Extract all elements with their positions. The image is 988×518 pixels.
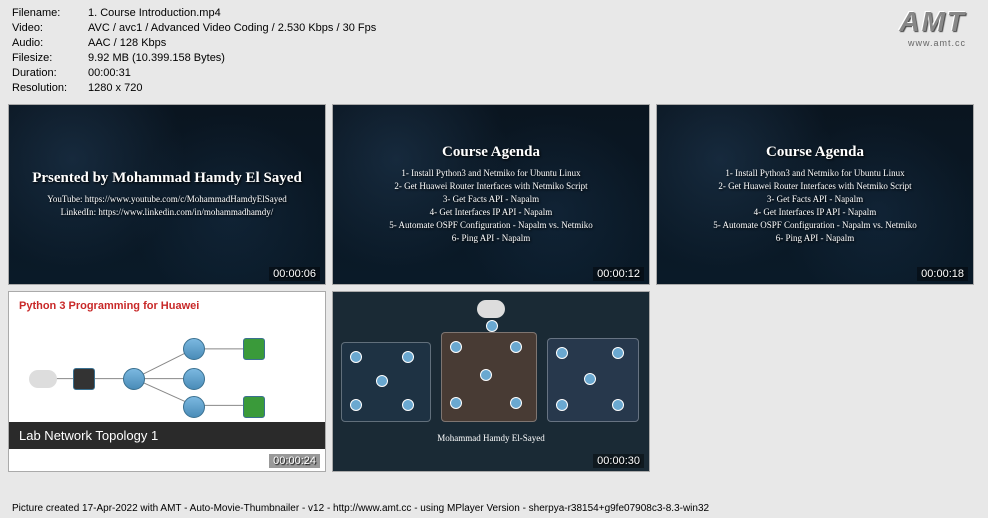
agenda-item: 5- Automate OSPF Configuration - Napalm …: [713, 219, 916, 232]
thumbnail-grid: Prsented by Mohammad Hamdy El Sayed YouT…: [0, 98, 988, 478]
topology-header: Python 3 Programming for Huawei: [19, 300, 199, 312]
node-icon: [350, 351, 362, 363]
router-icon: [123, 368, 145, 390]
duration-label: Duration:: [12, 66, 88, 81]
filename-label: Filename:: [12, 6, 88, 21]
agenda-item: 1- Install Python3 and Netmiko for Ubunt…: [389, 167, 592, 180]
presenter-links: YouTube: https://www.youtube.com/c/Moham…: [47, 193, 286, 219]
meta-row-filename: Filename: 1. Course Introduction.mp4: [12, 6, 376, 21]
node-icon: [350, 399, 362, 411]
node-icon: [510, 397, 522, 409]
timestamp-3: 00:00:18: [917, 267, 968, 281]
meta-row-duration: Duration: 00:00:31: [12, 66, 376, 81]
duration-value: 00:00:31: [88, 66, 131, 81]
router-icon: [183, 368, 205, 390]
agenda-item: 6- Ping API - Napalm: [389, 232, 592, 245]
node-icon: [510, 341, 522, 353]
filename-value: 1. Course Introduction.mp4: [88, 6, 221, 21]
meta-row-video: Video: AVC / avc1 / Advanced Video Codin…: [12, 21, 376, 36]
agenda-title-2: Course Agenda: [442, 144, 540, 161]
agenda-item: 4- Get Interfaces IP API - Napalm: [389, 206, 592, 219]
thumbnail-1-content: Prsented by Mohammad Hamdy El Sayed YouT…: [9, 105, 325, 284]
node-icon: [450, 397, 462, 409]
subnet-box: [441, 332, 537, 422]
topology-bar: Lab Network Topology 1: [9, 422, 325, 449]
timestamp-4: 00:00:24: [269, 454, 320, 468]
node-icon: [556, 399, 568, 411]
thumbnail-5: Mohammad Hamdy El-Sayed 00:00:30: [332, 291, 650, 472]
network-lines-icon: [25, 324, 309, 419]
author-caption: Mohammad Hamdy El-Sayed: [333, 433, 649, 443]
thumbnail-3: Course Agenda 1- Install Python3 and Net…: [656, 104, 974, 285]
router-icon: [243, 338, 265, 360]
agenda-title-3: Course Agenda: [766, 144, 864, 161]
agenda-item: 4- Get Interfaces IP API - Napalm: [713, 206, 916, 219]
thumbnail-2: Course Agenda 1- Install Python3 and Net…: [332, 104, 650, 285]
amt-logo: AMT www.amt.cc: [899, 6, 976, 48]
router-icon: [183, 338, 205, 360]
presenter-title: Prsented by Mohammad Hamdy El Sayed: [32, 170, 302, 187]
thumbnail-2-content: Course Agenda 1- Install Python3 and Net…: [333, 105, 649, 284]
router-icon: [183, 396, 205, 418]
cloud-icon: [29, 370, 57, 388]
header: Filename: 1. Course Introduction.mp4 Vid…: [0, 0, 988, 98]
node-icon: [612, 399, 624, 411]
logo-subtext: www.amt.cc: [899, 38, 966, 48]
agenda-lines-2: 1- Install Python3 and Netmiko for Ubunt…: [389, 167, 592, 245]
audio-value: AAC / 128 Kbps: [88, 36, 166, 51]
footer-text: Picture created 17-Apr-2022 with AMT - A…: [12, 503, 709, 514]
node-icon: [450, 341, 462, 353]
resolution-label: Resolution:: [12, 81, 88, 96]
node-icon: [402, 351, 414, 363]
filesize-value: 9.92 MB (10.399.158 Bytes): [88, 51, 225, 66]
metadata-table: Filename: 1. Course Introduction.mp4 Vid…: [12, 6, 376, 96]
agenda-item: 2- Get Huawei Router Interfaces with Net…: [713, 180, 916, 193]
agenda-item: 3- Get Facts API - Napalm: [713, 193, 916, 206]
video-label: Video:: [12, 21, 88, 36]
agenda-lines-3: 1- Install Python3 and Netmiko for Ubunt…: [713, 167, 916, 245]
youtube-link: YouTube: https://www.youtube.com/c/Moham…: [47, 193, 286, 206]
video-value: AVC / avc1 / Advanced Video Coding / 2.5…: [88, 21, 376, 36]
node-icon: [486, 320, 498, 332]
node-icon: [612, 347, 624, 359]
thumbnail-4: Python 3 Programming for Huawei Lab Netw…: [8, 291, 326, 472]
timestamp-5: 00:00:30: [593, 454, 644, 468]
timestamp-2: 00:00:12: [593, 267, 644, 281]
timestamp-1: 00:00:06: [269, 267, 320, 281]
filesize-label: Filesize:: [12, 51, 88, 66]
linkedin-link: LinkedIn: https://www.linkedin.com/in/mo…: [47, 206, 286, 219]
thumbnail-1: Prsented by Mohammad Hamdy El Sayed YouT…: [8, 104, 326, 285]
meta-row-resolution: Resolution: 1280 x 720: [12, 81, 376, 96]
audio-label: Audio:: [12, 36, 88, 51]
agenda-item: 3- Get Facts API - Napalm: [389, 193, 592, 206]
thumbnail-3-content: Course Agenda 1- Install Python3 and Net…: [657, 105, 973, 284]
subnet-box: [547, 338, 639, 422]
resolution-value: 1280 x 720: [88, 81, 142, 96]
node-icon: [376, 375, 388, 387]
node-icon: [556, 347, 568, 359]
router-icon: [243, 396, 265, 418]
agenda-item: 1- Install Python3 and Netmiko for Ubunt…: [713, 167, 916, 180]
node-icon: [480, 369, 492, 381]
node-icon: [584, 373, 596, 385]
meta-row-filesize: Filesize: 9.92 MB (10.399.158 Bytes): [12, 51, 376, 66]
agenda-item: 2- Get Huawei Router Interfaces with Net…: [389, 180, 592, 193]
node-icon: [402, 399, 414, 411]
subnet-box: [341, 342, 431, 422]
agenda-item: 6- Ping API - Napalm: [713, 232, 916, 245]
router-icon: [73, 368, 95, 390]
cloud-icon: [477, 300, 505, 318]
meta-row-audio: Audio: AAC / 128 Kbps: [12, 36, 376, 51]
network-diagram: [25, 324, 309, 420]
agenda-item: 5- Automate OSPF Configuration - Napalm …: [389, 219, 592, 232]
logo-text: AMT: [899, 6, 966, 38]
